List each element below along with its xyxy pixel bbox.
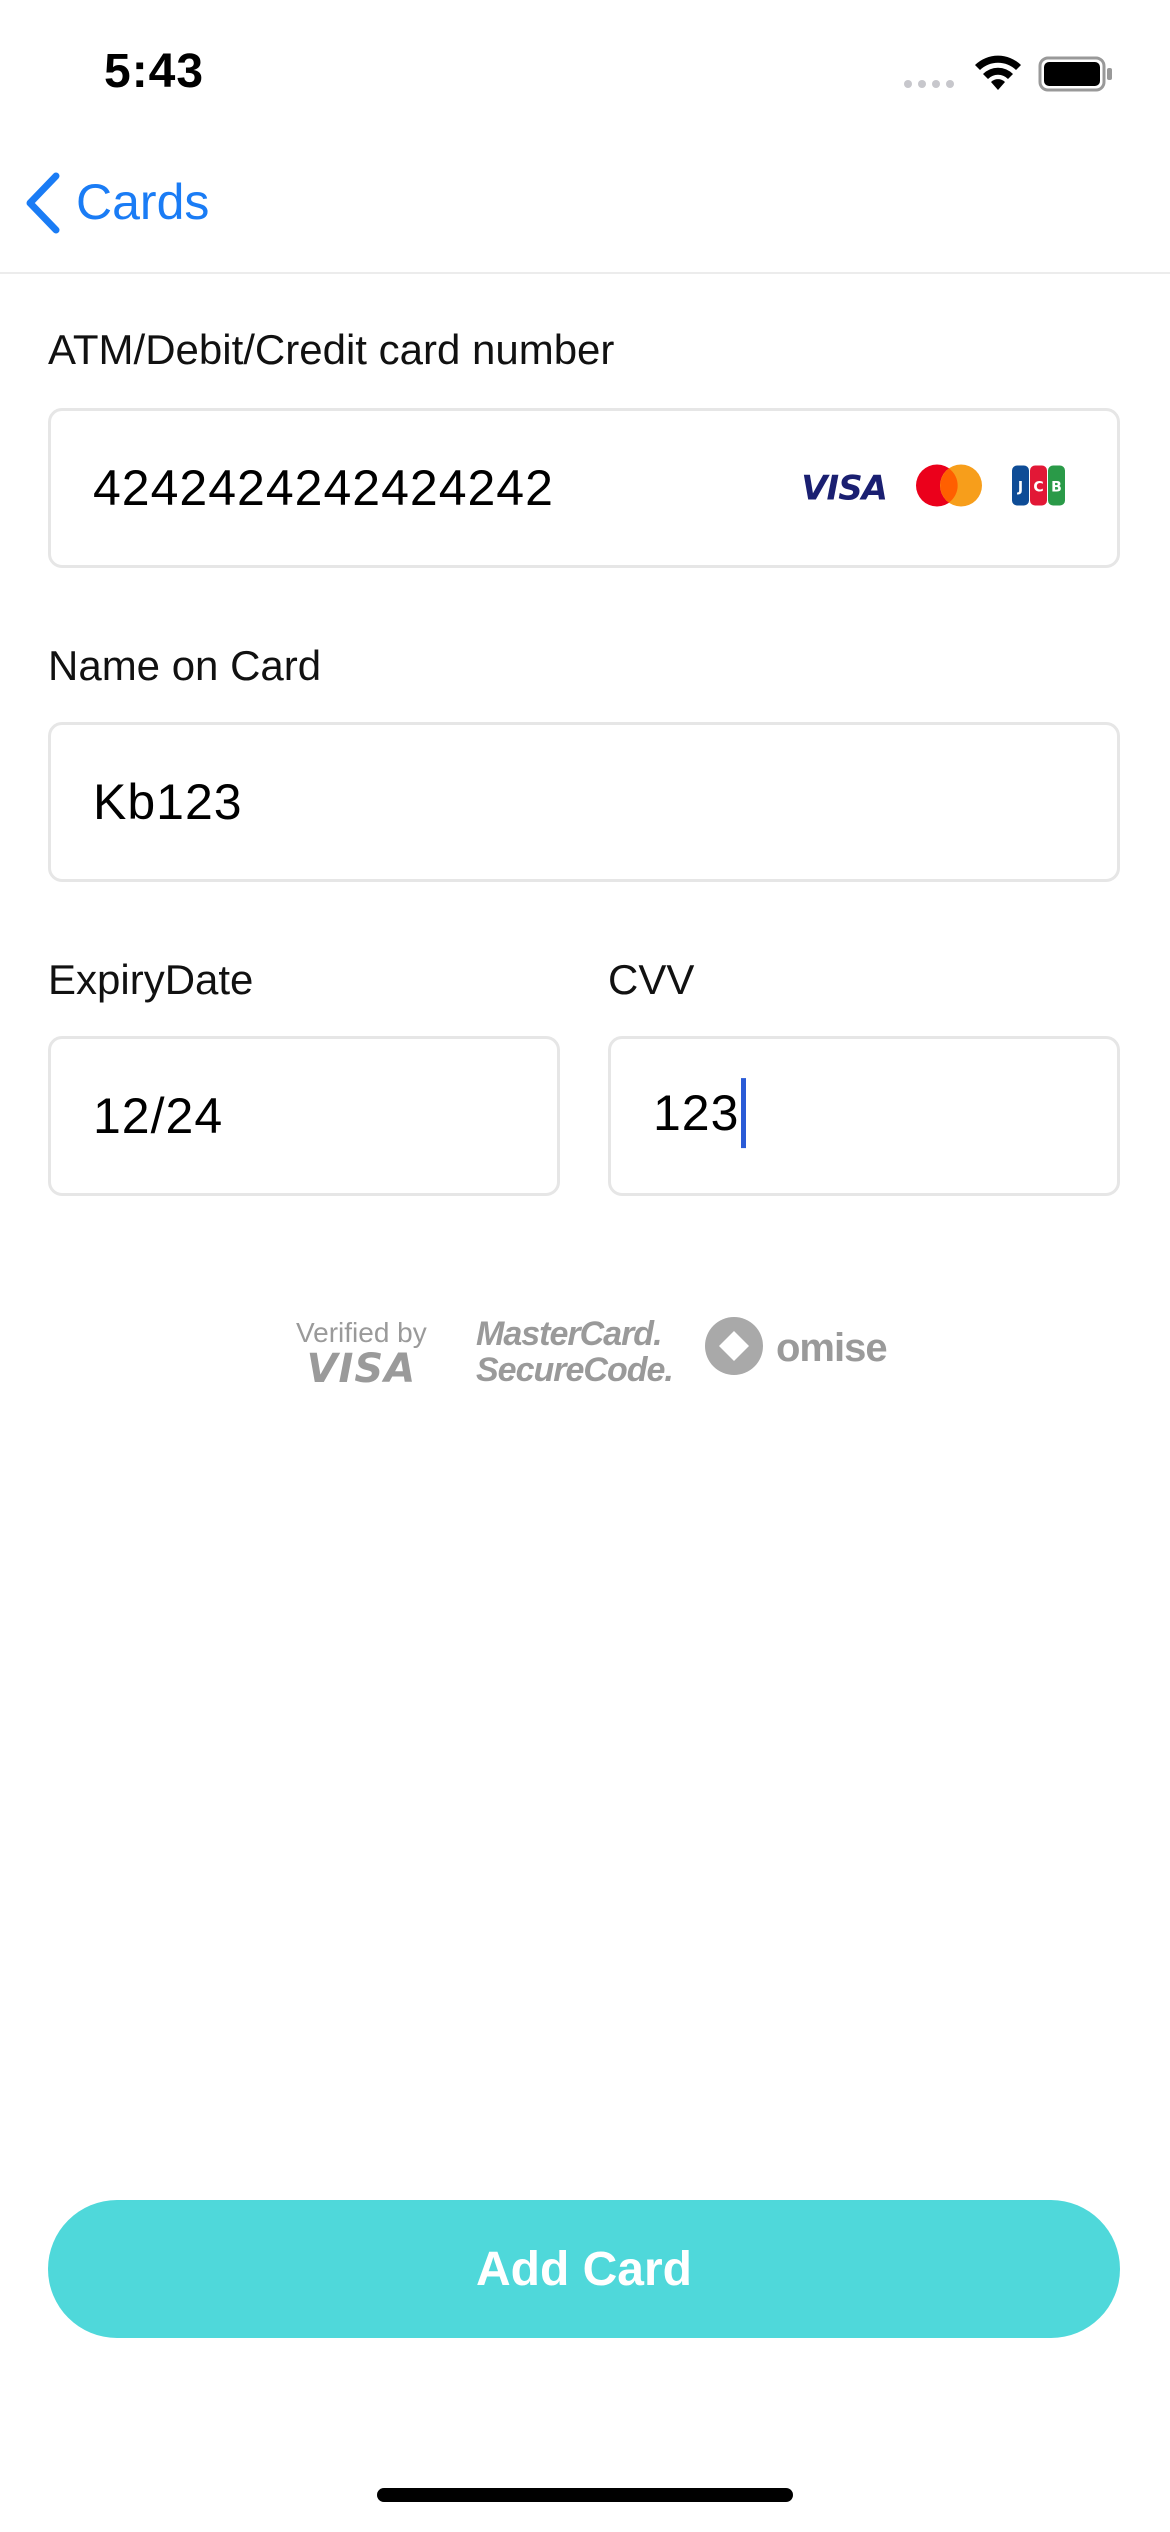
cvv-value: 123 (653, 1085, 740, 1142)
omise-logo-icon (704, 1316, 764, 1381)
back-button[interactable]: Cards (22, 170, 209, 236)
verified-by-visa-badge: Verified by VISA (296, 1317, 427, 1392)
svg-text:B: B (1051, 480, 1062, 496)
name-on-card-value: Kb123 (93, 774, 243, 830)
svg-text:J: J (1017, 480, 1023, 496)
card-number-value: 4242424242424242 (93, 460, 554, 516)
mastercard-securecode-badge: MasterCard. SecureCode. (476, 1315, 674, 1389)
card-number-label: ATM/Debit/Credit card number (48, 326, 615, 373)
battery-icon (1038, 56, 1114, 97)
visa-icon: VISA (801, 468, 888, 508)
mastercard-securecode-line1: MasterCard. (476, 1315, 663, 1353)
home-indicator (377, 2488, 793, 2502)
mastercard-securecode-line2: SecureCode. (476, 1351, 674, 1389)
add-card-button[interactable]: Add Card (48, 2200, 1120, 2338)
omise-badge: omise (704, 1316, 888, 1381)
name-on-card-field[interactable]: Kb123 (48, 722, 1120, 882)
chevron-left-icon (22, 170, 62, 236)
back-button-label: Cards (76, 174, 210, 230)
mastercard-icon (915, 464, 983, 513)
expiry-date-value: 12/24 (93, 1088, 224, 1144)
name-on-card-label: Name on Card (48, 642, 322, 689)
text-caret (741, 1077, 747, 1148)
cvv-label: CVV (608, 956, 695, 1003)
cvv-field[interactable]: 123 (608, 1036, 1120, 1196)
jcb-icon: J C B (1011, 465, 1067, 512)
omise-label: omise (776, 1326, 888, 1370)
wifi-icon (972, 52, 1024, 97)
status-time: 5:43 (104, 45, 205, 98)
verified-by-visa-small: Verified by (296, 1317, 427, 1348)
expiry-date-field[interactable]: 12/24 (48, 1036, 560, 1196)
cvv-value-wrap: 123 (653, 1077, 747, 1148)
cellular-signal-icon (904, 80, 954, 88)
nav-divider (0, 272, 1170, 274)
verified-by-visa-big: VISA (306, 1346, 417, 1392)
expiry-date-label: ExpiryDate (48, 956, 254, 1003)
svg-text:C: C (1033, 480, 1043, 496)
card-number-field[interactable]: 4242424242424242 VISA J C B (48, 408, 1120, 568)
card-brands: VISA J C B (801, 464, 1067, 513)
